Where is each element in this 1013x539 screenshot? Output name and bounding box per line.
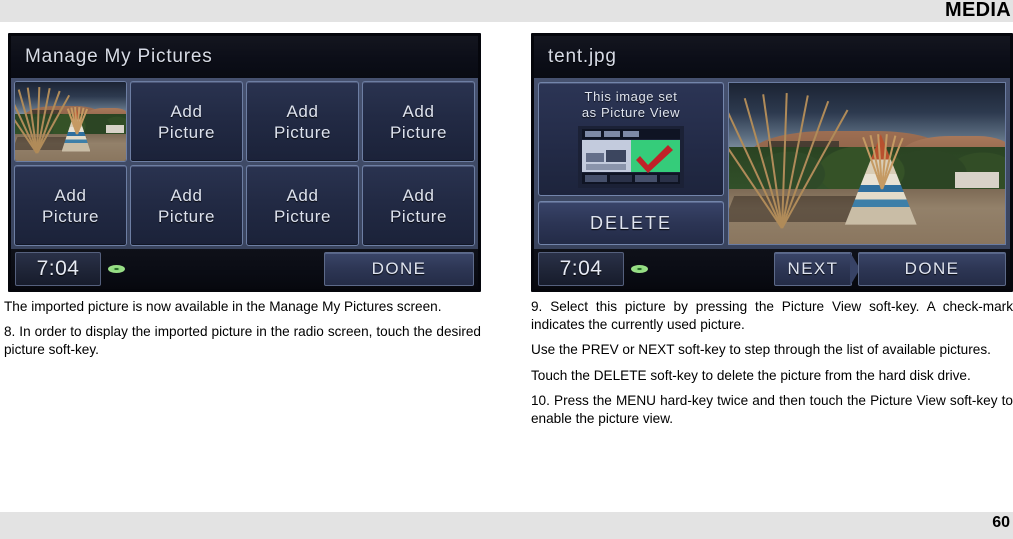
add-picture-tile[interactable]: Add Picture — [130, 165, 243, 246]
delete-button[interactable]: DELETE — [538, 201, 724, 245]
picture-view-status-line2: as Picture View — [581, 105, 681, 120]
picture-grid-area: Add Picture Add Picture Add Picture Add … — [11, 78, 478, 249]
picture-detail-area: This image set as Picture View DELETE — [534, 78, 1010, 249]
paragraph: 9. Select this picture by pressing the P… — [531, 299, 1013, 333]
picture-detail-screen: tent.jpg This image set as Picture View — [531, 33, 1013, 292]
add-picture-tile[interactable]: Add Picture — [246, 81, 359, 162]
picture-preview[interactable] — [728, 82, 1006, 245]
done-button[interactable]: DONE — [324, 252, 474, 286]
clock-time: 7:04 — [559, 257, 603, 280]
next-button-label: NEXT — [787, 259, 839, 278]
picture-tile-thumbnail[interactable] — [14, 81, 127, 162]
disc-icon — [108, 265, 125, 273]
detail-controls-column: This image set as Picture View DELETE — [538, 82, 724, 245]
left-screen-bottom-bar: 7:04 DONE — [11, 249, 478, 289]
add-picture-line1: Add — [170, 185, 203, 205]
add-picture-tile[interactable]: Add Picture — [362, 165, 475, 246]
manage-my-pictures-screen: Manage My Pictures Add Picture Add Pictu… — [8, 33, 481, 292]
done-button-label: DONE — [904, 259, 960, 278]
add-picture-line2: Picture — [157, 206, 216, 226]
add-picture-line1: Add — [286, 185, 319, 205]
add-picture-line1: Add — [170, 101, 203, 121]
left-screen-title-bar: Manage My Pictures — [11, 36, 478, 78]
picture-view-status-line1: This image set — [584, 89, 678, 104]
add-picture-line2: Picture — [389, 206, 448, 226]
done-button[interactable]: DONE — [858, 252, 1006, 286]
add-picture-line2: Picture — [273, 206, 332, 226]
picture-view-checkmark-icon — [578, 126, 684, 188]
add-picture-tile[interactable]: Add Picture — [14, 165, 127, 246]
page-header-title: MEDIA — [945, 0, 1011, 21]
page-header-band: MEDIA — [0, 0, 1013, 22]
paragraph: 8. In order to display the imported pict… — [4, 324, 481, 358]
right-text-column: 9. Select this picture by pressing the P… — [531, 298, 1013, 428]
add-picture-line1: Add — [286, 101, 319, 121]
picture-filename-title: tent.jpg — [548, 46, 617, 67]
disc-icon — [631, 265, 648, 273]
add-picture-line2: Picture — [41, 206, 100, 226]
next-button[interactable]: NEXT — [774, 252, 860, 286]
page-footer-band: 60 — [0, 512, 1013, 539]
clock-time: 7:04 — [36, 257, 80, 280]
left-screen-title: Manage My Pictures — [25, 46, 213, 67]
clock-display: 7:04 — [538, 252, 624, 286]
picture-grid: Add Picture Add Picture Add Picture Add … — [11, 78, 478, 249]
left-text-column: The imported picture is now available in… — [4, 298, 481, 360]
thumbnail-photo — [15, 82, 126, 161]
add-picture-tile[interactable]: Add Picture — [246, 165, 359, 246]
add-picture-tile[interactable]: Add Picture — [362, 81, 475, 162]
done-button-label: DONE — [371, 259, 427, 278]
paragraph: Use the PREV or NEXT soft-key to step th… — [531, 342, 991, 358]
add-picture-tile[interactable]: Add Picture — [130, 81, 243, 162]
add-picture-line1: Add — [402, 185, 435, 205]
clock-display: 7:04 — [15, 252, 101, 286]
add-picture-line1: Add — [402, 101, 435, 121]
add-picture-line2: Picture — [389, 122, 448, 142]
page-number: 60 — [992, 514, 1010, 531]
paragraph: 10. Press the MENU hard-key twice and th… — [531, 392, 1013, 427]
right-screen-title-bar: tent.jpg — [534, 36, 1010, 78]
picture-view-status-box[interactable]: This image set as Picture View — [538, 82, 724, 196]
delete-button-label: DELETE — [589, 212, 673, 233]
add-picture-line2: Picture — [273, 122, 332, 142]
right-screen-bottom-bar: 7:04 NEXT DONE — [534, 249, 1010, 289]
add-picture-line1: Add — [54, 185, 87, 205]
paragraph: Touch the DELETE soft-key to delete the … — [531, 367, 971, 383]
add-picture-line2: Picture — [157, 122, 216, 142]
paragraph: The imported picture is now available in… — [4, 299, 442, 314]
